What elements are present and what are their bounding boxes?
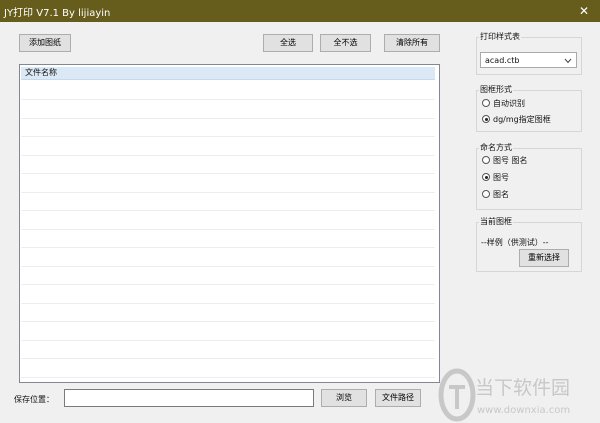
chevron-down-icon (564, 58, 572, 64)
list-row-divider (21, 191, 435, 193)
frame-auto-option[interactable]: 自动识别 (482, 98, 525, 109)
print-style-group: 打印样式表 acad.ctb (476, 31, 582, 75)
frame-form-group: 图框形式 自动识别 dg/mg指定图框 (476, 84, 582, 132)
list-row-divider (21, 247, 435, 248)
select-all-button[interactable]: 全选 (263, 34, 313, 52)
radio-icon (482, 99, 490, 107)
print-style-value: acad.ctb (485, 56, 520, 65)
list-row-divider (21, 228, 435, 230)
radio-icon (482, 156, 490, 164)
watermark: 当下软件园 www.downxia.com (425, 367, 600, 423)
naming-number-option[interactable]: 图号 (482, 172, 509, 183)
radio-checked-icon (482, 173, 490, 181)
watermark-brand: 当下软件园 (475, 377, 571, 399)
clear-all-button[interactable]: 清除所有 (384, 34, 440, 52)
file-name-column-header[interactable]: 文件名称 (21, 67, 435, 80)
reselect-button[interactable]: 重新选择 (519, 249, 569, 267)
list-row-divider (21, 339, 435, 341)
list-row-divider (21, 358, 435, 359)
frame-specified-option[interactable]: dg/mg指定图框 (482, 114, 551, 125)
list-row-divider (21, 117, 435, 119)
list-row-divider (21, 376, 435, 378)
naming-group: 命名方式 图号 图名 图号 图名 (476, 142, 582, 210)
list-row-divider (21, 321, 435, 322)
save-location-input[interactable] (64, 389, 314, 407)
list-row-divider (21, 302, 435, 304)
list-row-divider (21, 210, 435, 211)
naming-name-option[interactable]: 图名 (482, 189, 509, 200)
file-list[interactable]: 文件名称 (19, 64, 440, 383)
current-frame-group: 当前图框 --样例（供测试）-- 重新选择 (476, 216, 582, 272)
naming-title: 命名方式 (479, 142, 513, 153)
radio-checked-icon (482, 115, 490, 123)
main-window: 添加图纸 全选 全不选 清除所有 文件名称 打印样式表 acad.ctb 图框形… (0, 22, 600, 423)
close-icon[interactable]: ✕ (576, 3, 592, 19)
watermark-url: www.downxia.com (477, 405, 571, 416)
current-frame-value: --样例（供测试）-- (481, 238, 549, 247)
add-drawing-button[interactable]: 添加图纸 (19, 34, 71, 52)
save-location-label: 保存位置： (14, 395, 54, 404)
list-row-divider (21, 154, 435, 156)
list-row-divider (21, 136, 435, 137)
current-frame-title: 当前图框 (479, 216, 513, 227)
file-path-button[interactable]: 文件路径 (375, 389, 421, 407)
print-style-select[interactable]: acad.ctb (480, 52, 577, 68)
list-row-divider (21, 99, 435, 100)
window-title: JY打印 V7.1 By lijiayin (4, 8, 111, 19)
naming-number-name-option[interactable]: 图号 图名 (482, 155, 528, 166)
radio-icon (482, 190, 490, 198)
list-row-divider (21, 265, 435, 267)
frame-form-title: 图框形式 (479, 84, 513, 95)
list-row-divider (21, 173, 435, 174)
title-bar: JY打印 V7.1 By lijiayin ✕ (0, 0, 600, 22)
browse-button[interactable]: 浏览 (321, 389, 367, 407)
print-style-title: 打印样式表 (479, 31, 521, 42)
list-row-divider (21, 284, 435, 285)
select-none-button[interactable]: 全不选 (320, 34, 371, 52)
watermark-logo-icon (438, 368, 476, 422)
